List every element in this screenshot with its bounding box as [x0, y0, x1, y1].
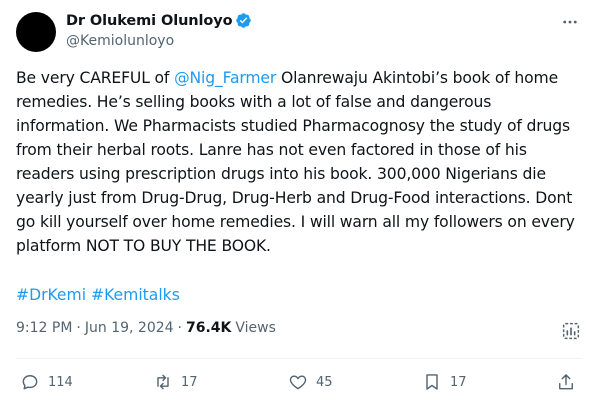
tweet-meta: 9:12 PM · Jun 19, 2024 · 76.4K Views: [16, 320, 276, 336]
share-button[interactable]: [556, 372, 576, 392]
repost-icon: [157, 374, 169, 390]
hashtag-link[interactable]: #Kemitalks: [91, 286, 180, 304]
tweet-time[interactable]: 9:12 PM: [16, 320, 72, 336]
tweet-date[interactable]: Jun 19, 2024: [85, 320, 174, 336]
tweet-text: Be very CAREFUL of @Nig_Farmer Olanrewaj…: [16, 66, 582, 258]
analytics-icon[interactable]: [560, 320, 582, 342]
like-button[interactable]: 45: [288, 372, 333, 392]
hashtag-link[interactable]: #DrKemi: [16, 286, 86, 304]
tweet-text-rest: Olanrewaju Akintobi’s book of home remed…: [16, 69, 575, 255]
reply-count: 114: [48, 374, 73, 390]
meta-separator: ·: [76, 320, 81, 336]
mention-link[interactable]: @Nig_Farmer: [174, 69, 276, 87]
author-display-name[interactable]: Dr Olukemi Olunloyo: [66, 13, 233, 29]
verified-badge-icon: [236, 13, 252, 28]
author-handle[interactable]: @Kemiolunloyo: [66, 33, 174, 49]
bookmark-button[interactable]: 17: [422, 372, 467, 392]
divider: [16, 358, 582, 359]
share-icon: [559, 374, 573, 390]
more-icon: [563, 20, 577, 24]
meta-separator: ·: [177, 320, 182, 336]
author-name-row: Dr Olukemi Olunloyo: [66, 12, 252, 29]
bookmark-count: 17: [450, 374, 467, 390]
hashtags: #DrKemi #Kemitalks: [16, 283, 180, 307]
reply-button[interactable]: 114: [20, 372, 73, 392]
bookmark-icon: [426, 374, 438, 390]
tweet-text-start: Be very CAREFUL of: [16, 69, 175, 87]
like-count: 45: [316, 374, 333, 390]
avatar[interactable]: [16, 12, 56, 52]
reply-icon: [22, 375, 38, 390]
views-label: Views: [235, 320, 276, 336]
repost-count: 17: [181, 374, 198, 390]
action-bar: 114 17 45 17: [16, 366, 582, 400]
more-button[interactable]: [560, 12, 580, 32]
like-icon: [289, 375, 307, 390]
views-count: 76.4K: [186, 320, 232, 336]
repost-button[interactable]: 17: [153, 372, 198, 392]
